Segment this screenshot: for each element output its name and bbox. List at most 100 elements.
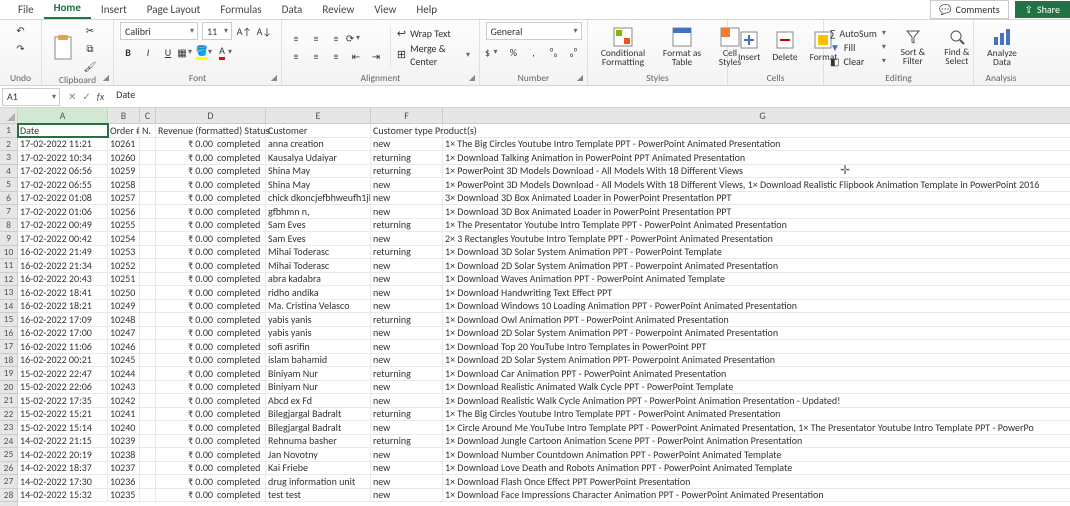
tab-home[interactable]: Home [44, 0, 91, 19]
data-cell[interactable]: Kausalya Udaiyar [266, 151, 371, 164]
insert-cells-button[interactable]: Insert [734, 29, 764, 65]
tab-help[interactable]: Help [406, 0, 447, 19]
data-cell[interactable]: returning [371, 408, 443, 421]
copy-button[interactable]: ⧉ [82, 40, 98, 56]
data-cell[interactable]: 10259 [108, 165, 140, 178]
col-header[interactable]: F [371, 108, 443, 123]
row-header[interactable]: 2 [0, 138, 17, 152]
data-cell[interactable]: 1× Download 2D Solar System Animation PP… [443, 327, 1070, 340]
undo-button[interactable]: ↶ [13, 22, 29, 38]
col-header[interactable]: C [140, 108, 156, 123]
data-cell[interactable] [140, 286, 156, 299]
data-cell[interactable]: new [371, 489, 443, 502]
data-cell[interactable]: 10254 [108, 232, 140, 245]
row-header[interactable]: 14 [0, 300, 17, 314]
wrap-text-button[interactable]: ↩Wrap Text [397, 27, 473, 40]
merge-center-button[interactable]: ⊞Merge & Center [397, 42, 473, 68]
data-cell[interactable]: 10242 [108, 394, 140, 407]
data-cell[interactable]: 1× PowerPoint 3D Models Download - All M… [443, 165, 1070, 178]
data-cell[interactable]: new [371, 286, 443, 299]
align-middle-button[interactable]: ≡ [308, 30, 324, 46]
row-header[interactable]: 25 [0, 448, 17, 462]
data-cell[interactable]: 1× Download 3D Box Animated Loader in Po… [443, 205, 1070, 218]
data-cell[interactable]: Sam Eves [266, 232, 371, 245]
fx-button[interactable]: fx [97, 90, 104, 103]
data-cell[interactable]: ₹ 0.00completed [156, 394, 266, 407]
data-cell[interactable] [140, 489, 156, 502]
font-dialog-launcher[interactable]: ◢ [269, 73, 279, 83]
data-cell[interactable]: 10238 [108, 448, 140, 461]
data-cell[interactable]: 14-02-2022 21:15 [18, 435, 108, 448]
cell-area[interactable]: DateOrder #N.Revenue (formatted) StatusC… [18, 124, 1070, 506]
tab-review[interactable]: Review [312, 0, 364, 19]
cut-button[interactable]: ✂ [82, 22, 98, 38]
data-cell[interactable] [140, 259, 156, 272]
data-cell[interactable]: gfbhmn n, [266, 205, 371, 218]
data-cell[interactable]: Sam Eves [266, 219, 371, 232]
fill-color-button[interactable]: 🪣 [200, 44, 216, 60]
fill-button[interactable]: ▼ Fill [830, 41, 889, 54]
data-cell[interactable]: 10243 [108, 381, 140, 394]
data-cell[interactable]: 10256 [108, 205, 140, 218]
data-cell[interactable]: 17-02-2022 01:08 [18, 192, 108, 205]
data-cell[interactable]: Ma. Cristina Velasco [266, 300, 371, 313]
data-cell[interactable]: 1× Download Face Impressions Character A… [443, 489, 1070, 502]
data-cell[interactable]: ₹ 0.00completed [156, 340, 266, 353]
tab-data[interactable]: Data [272, 0, 313, 19]
row-header[interactable]: 19 [0, 367, 17, 381]
data-cell[interactable]: 17-02-2022 06:56 [18, 165, 108, 178]
share-button[interactable]: ⇪Share [1015, 1, 1070, 18]
row-header[interactable]: 21 [0, 394, 17, 408]
borders-button[interactable]: ▦ [180, 44, 196, 60]
row-header[interactable]: 3 [0, 151, 17, 165]
data-cell[interactable]: 10251 [108, 273, 140, 286]
data-cell[interactable] [140, 273, 156, 286]
data-cell[interactable]: ₹ 0.00completed [156, 367, 266, 380]
data-cell[interactable]: 15-02-2022 22:47 [18, 367, 108, 380]
row-header[interactable]: 23 [0, 421, 17, 435]
data-cell[interactable] [140, 300, 156, 313]
data-cell[interactable]: 10239 [108, 435, 140, 448]
data-cell[interactable]: 1× Download 2D Solar System Animation PP… [443, 354, 1070, 367]
data-cell[interactable]: Mihai Toderasc [266, 246, 371, 259]
data-cell[interactable]: returning [371, 165, 443, 178]
data-cell[interactable]: 16-02-2022 20:43 [18, 273, 108, 286]
data-cell[interactable] [140, 192, 156, 205]
data-cell[interactable]: ₹ 0.00completed [156, 300, 266, 313]
data-cell[interactable]: 16-02-2022 21:49 [18, 246, 108, 259]
data-cell[interactable]: Shina May [266, 165, 371, 178]
data-cell[interactable]: 15-02-2022 15:21 [18, 408, 108, 421]
data-cell[interactable]: ₹ 0.00completed [156, 435, 266, 448]
data-cell[interactable]: 14-02-2022 17:30 [18, 475, 108, 488]
data-cell[interactable]: ₹ 0.00completed [156, 421, 266, 434]
data-cell[interactable]: returning [371, 219, 443, 232]
data-cell[interactable]: Kai Friebe [266, 462, 371, 475]
data-cell[interactable]: 10253 [108, 246, 140, 259]
data-cell[interactable]: sofi asrifin [266, 340, 371, 353]
data-cell[interactable]: returning [371, 151, 443, 164]
data-cell[interactable]: 10258 [108, 178, 140, 191]
data-cell[interactable]: new [371, 205, 443, 218]
data-cell[interactable]: ₹ 0.00completed [156, 219, 266, 232]
data-cell[interactable]: new [371, 259, 443, 272]
data-cell[interactable]: Bilegjargal Badralt [266, 408, 371, 421]
data-cell[interactable]: ₹ 0.00completed [156, 448, 266, 461]
data-cell[interactable]: 1× Download Jungle Cartoon Animation Sce… [443, 435, 1070, 448]
col-header[interactable]: D [156, 108, 266, 123]
row-header[interactable]: 22 [0, 408, 17, 422]
data-cell[interactable]: 1× Download Car Animation PPT - PowerPoi… [443, 367, 1070, 380]
data-cell[interactable]: 3× Download 3D Box Animated Loader in Po… [443, 192, 1070, 205]
data-cell[interactable]: new [371, 381, 443, 394]
data-cell[interactable]: 10246 [108, 340, 140, 353]
header-cell[interactable]: N. [140, 124, 156, 137]
data-cell[interactable]: 16-02-2022 17:09 [18, 313, 108, 326]
row-header[interactable]: 24 [0, 435, 17, 449]
data-cell[interactable]: 1× Download Number Countdown Animation P… [443, 448, 1070, 461]
data-cell[interactable] [140, 313, 156, 326]
data-cell[interactable]: returning [371, 313, 443, 326]
data-cell[interactable]: Biniyam Nur [266, 367, 371, 380]
header-cell[interactable]: Customer [266, 124, 371, 137]
row-header[interactable]: 15 [0, 313, 17, 327]
align-top-button[interactable]: ≡ [288, 30, 304, 46]
data-cell[interactable]: 1× Download Owl Animation PPT - PowerPoi… [443, 313, 1070, 326]
